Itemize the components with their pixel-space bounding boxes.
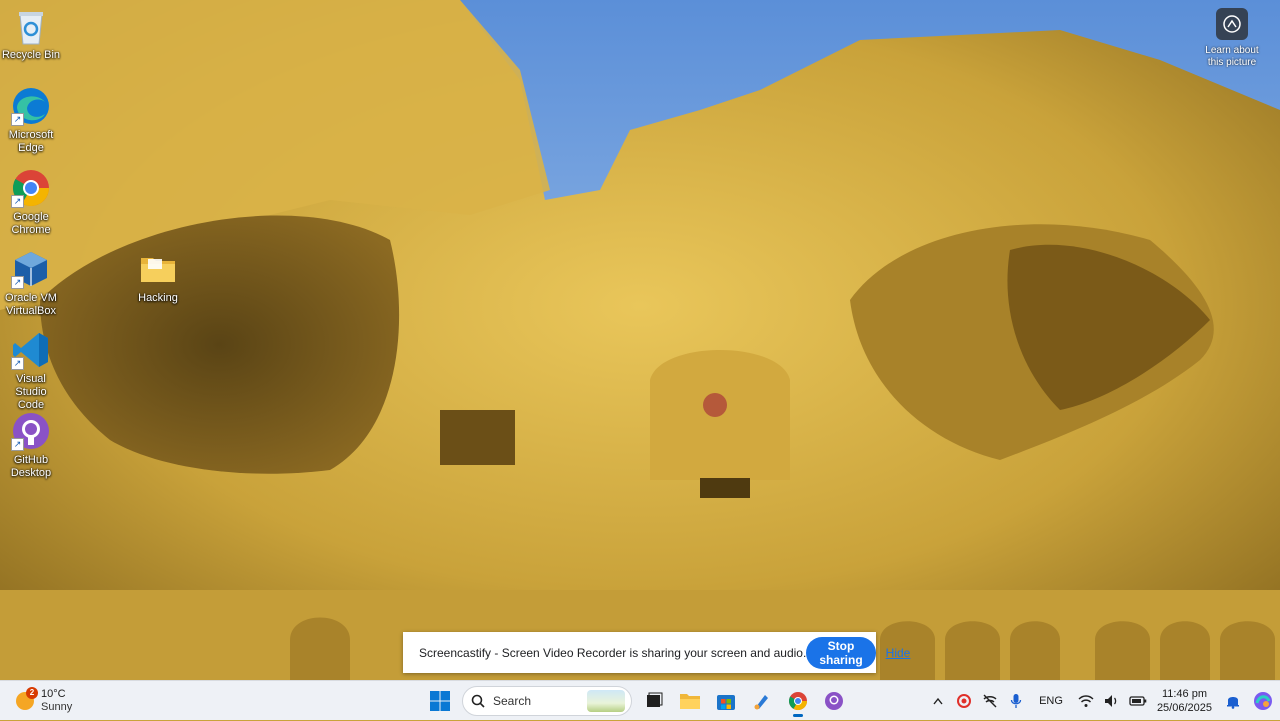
- tray-wifi[interactable]: [1073, 681, 1099, 721]
- tray-microphone[interactable]: [1003, 681, 1029, 721]
- sharing-message: Screencastify - Screen Video Recorder is…: [419, 645, 807, 660]
- taskbar: 2 10°C Sunny Search ENG 11:46 pm 25/06/2…: [0, 680, 1280, 720]
- github-desktop-icon: [825, 692, 843, 710]
- microsoft-store-icon: [717, 695, 735, 710]
- desktop-icon-label: GitHub Desktop: [10, 454, 52, 479]
- paint-button[interactable]: [745, 685, 779, 717]
- clock[interactable]: 11:46 pm 25/06/2025: [1151, 687, 1220, 715]
- desktop-icon-chrome[interactable]: ↗ Google Chrome: [0, 168, 62, 237]
- desktop-icon-github-desktop[interactable]: ↗ GitHub Desktop: [0, 411, 62, 480]
- volume-icon: [1104, 695, 1117, 707]
- network-off-icon: [983, 694, 997, 708]
- tray-battery[interactable]: [1125, 681, 1151, 721]
- edge-icon: ↗: [11, 86, 51, 126]
- tray-volume[interactable]: [1099, 681, 1125, 721]
- weather-temperature: 10°C: [41, 688, 66, 700]
- show-hidden-icons-button[interactable]: [925, 681, 951, 721]
- windows-icon: [430, 691, 450, 711]
- notification-badge: 2: [26, 687, 38, 699]
- taskbar-search-box[interactable]: Search: [462, 686, 632, 716]
- search-icon: [471, 694, 485, 708]
- desktop-icon-label: Google Chrome: [11, 211, 51, 236]
- system-tray: ENG 11:46 pm 25/06/2025: [925, 681, 1280, 721]
- stop-sharing-button[interactable]: Stop sharing: [806, 636, 876, 669]
- learn-about-label: Learn about this picture: [1205, 45, 1259, 68]
- file-explorer-icon: [680, 694, 700, 709]
- virtualbox-icon: ↗: [11, 249, 51, 289]
- microsoft-store-button[interactable]: [709, 685, 743, 717]
- folder-icon: [138, 249, 178, 289]
- desktop-icon-label: Hacking: [138, 292, 178, 304]
- tray-vpn[interactable]: [977, 681, 1003, 721]
- screen-sharing-bar: Screencastify - Screen Video Recorder is…: [403, 632, 910, 673]
- copilot-button[interactable]: [1246, 681, 1280, 721]
- vscode-icon: ↗: [11, 330, 51, 370]
- notifications-button[interactable]: [1220, 681, 1246, 721]
- desktop-wallpaper: [0, 0, 1280, 680]
- task-view-icon: [647, 692, 663, 707]
- chrome-taskbar-button[interactable]: [781, 685, 815, 717]
- file-explorer-button[interactable]: [673, 685, 707, 717]
- paint-icon: [754, 695, 768, 710]
- hide-link[interactable]: Hide: [886, 646, 911, 660]
- input-language[interactable]: ENG: [1029, 695, 1073, 707]
- desktop-icon-label: Oracle VM VirtualBox: [5, 292, 57, 317]
- chrome-icon: [788, 692, 807, 711]
- github-desktop-icon: ↗: [11, 411, 51, 451]
- microphone-icon: [1010, 694, 1022, 708]
- copilot-icon: [1254, 692, 1272, 710]
- start-button[interactable]: [423, 685, 457, 717]
- recording-icon: [957, 694, 972, 708]
- desktop-icon-edge[interactable]: ↗ Microsoft Edge: [0, 86, 62, 155]
- desktop-icon-hacking-folder[interactable]: Hacking: [127, 249, 189, 305]
- weather-condition: Sunny: [41, 701, 73, 713]
- learn-about-picture[interactable]: Learn about this picture: [1200, 8, 1264, 69]
- desktop-icon-label: Visual Studio Code: [15, 373, 47, 411]
- github-desktop-taskbar-button[interactable]: [817, 685, 851, 717]
- search-placeholder: Search: [493, 694, 532, 708]
- bell-icon: [1227, 697, 1239, 709]
- clock-time: 11:46 pm: [1161, 688, 1207, 700]
- recycle-bin-icon: [11, 6, 51, 46]
- clock-date: 25/06/2025: [1156, 702, 1212, 714]
- desktop-icon-vscode[interactable]: ↗ Visual Studio Code: [0, 330, 62, 412]
- battery-icon: [1129, 696, 1147, 706]
- chevron-up-icon: [933, 697, 943, 705]
- task-view-button[interactable]: [637, 685, 671, 717]
- desktop-icon-recycle-bin[interactable]: Recycle Bin: [0, 6, 62, 62]
- desktop-icon-virtualbox[interactable]: ↗ Oracle VM VirtualBox: [0, 249, 62, 318]
- wifi-icon: [1078, 695, 1094, 707]
- desktop-icon-label: Recycle Bin: [1, 49, 61, 61]
- tray-recording-app[interactable]: [951, 681, 977, 721]
- desktop-icon-label: Microsoft Edge: [8, 129, 54, 154]
- weather-sun-icon: 2: [16, 687, 38, 710]
- chrome-icon: ↗: [11, 168, 51, 208]
- camera-icon: [1216, 8, 1248, 40]
- search-highlight-image: [587, 690, 625, 712]
- weather-widget[interactable]: 2 10°C Sunny: [16, 686, 72, 716]
